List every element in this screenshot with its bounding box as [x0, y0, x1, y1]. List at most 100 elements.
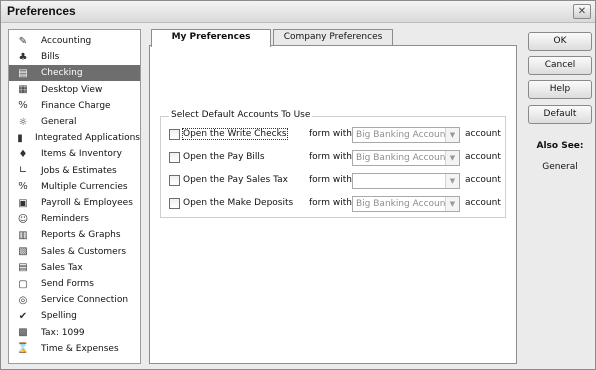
default-button[interactable]: Default [528, 105, 592, 124]
reports-graphs-icon: ▥ [18, 229, 28, 241]
sidebar-item-bills[interactable]: ♣ Bills [9, 49, 140, 65]
sidebar-item-label: Sales & Customers [41, 246, 127, 257]
sidebar-item-time-expenses[interactable]: ⌛ Time & Expenses [9, 341, 140, 357]
sidebar-item-jobs-estimates[interactable]: ∟ Jobs & Estimates [9, 163, 140, 179]
sidebar-item-label: Multiple Currencies [41, 181, 128, 192]
sidebar-item-label: Send Forms [41, 279, 94, 289]
form-with-label: form with [309, 129, 352, 139]
account-dropdown[interactable]: Big Banking Account ▼ [352, 150, 460, 166]
sidebar-item-items-inventory[interactable]: ♦ Items & Inventory [9, 146, 140, 162]
sidebar-item-sales-tax[interactable]: ▤ Sales Tax [9, 260, 140, 276]
tab-company-preferences[interactable]: Company Preferences [273, 29, 393, 46]
sidebar-item-sales-customers[interactable]: ▧ Sales & Customers [9, 244, 140, 260]
also-see-general-link[interactable]: General [528, 162, 592, 172]
sidebar-item-payroll-employees[interactable]: ▣ Payroll & Employees [9, 195, 140, 211]
tax-1099-icon: ▩ [18, 327, 28, 339]
sidebar-item-desktop-view[interactable]: ▦ Desktop View [9, 82, 140, 98]
tab-my-preferences[interactable]: My Preferences [151, 29, 271, 47]
chevron-down-icon[interactable]: ▼ [445, 197, 459, 211]
preferences-window: Preferences ✕ ✎ Accounting ♣ Bills ▤ Checking… [0, 0, 596, 370]
open-form-checkbox[interactable] [169, 198, 180, 209]
preferences-category-list: ✎ Accounting ♣ Bills ▤ Checking ▦ Desktop View%… [8, 29, 141, 364]
sidebar-item-tax-1099[interactable]: ▩ Tax: 1099 [9, 325, 140, 341]
sidebar-item-label: Bills [41, 52, 60, 63]
account-dropdown-value: Big Banking Account [356, 153, 449, 163]
sidebar-item-integrated-applications[interactable]: ▮ Integrated Applications [9, 130, 140, 146]
chevron-down-icon[interactable]: ▼ [445, 128, 459, 142]
sidebar-item-service-connection[interactable]: ◎ Service Connection [9, 292, 140, 308]
tab-label: Company Preferences [283, 32, 383, 42]
account-dropdown-value: Big Banking Account [356, 130, 449, 140]
sidebar-item-label: Accounting [41, 36, 92, 46]
open-form-label[interactable]: Open the Write Checks [182, 128, 288, 140]
close-icon[interactable]: ✕ [573, 4, 591, 19]
account-label: account [465, 175, 501, 185]
sidebar-item-label: Items & Inventory [41, 149, 122, 160]
default-account-row: Open the Pay Bills form with Big Banking A… [161, 149, 507, 167]
tab-label: My Preferences [171, 32, 251, 42]
account-dropdown-value: Big Banking Account [356, 199, 449, 209]
sidebar-item-general[interactable]: ☼ General [9, 114, 140, 130]
default-account-row: Open the Make Deposits form with Big Banki… [161, 195, 507, 213]
sidebar-item-multiple-currencies[interactable]: % Multiple Currencies [9, 179, 140, 195]
sales-customers-icon: ▧ [18, 246, 28, 258]
sidebar-item-label: Jobs & Estimates [41, 165, 117, 176]
default-account-row: Open the Pay Sales Tax form with ▼ account [161, 172, 507, 190]
service-connection-icon: ◎ [18, 294, 28, 306]
open-form-checkbox[interactable] [169, 129, 180, 140]
default-account-row: Open the Write Checks form with Big Bankin… [161, 126, 507, 144]
finance-charge-icon: % [18, 100, 28, 112]
account-dropdown[interactable]: ▼ [352, 173, 460, 189]
spelling-icon: ✔ [18, 310, 28, 322]
cancel-button[interactable]: Cancel [528, 56, 592, 75]
account-label: account [465, 152, 501, 162]
chevron-down-icon[interactable]: ▼ [445, 174, 459, 188]
sidebar-item-label: Desktop View [41, 84, 103, 95]
open-form-label[interactable]: Open the Pay Sales Tax [183, 175, 288, 185]
group-title: Select Default Accounts To Use [169, 110, 313, 120]
account-label: account [465, 129, 501, 139]
sidebar-item-label: Integrated Applications [35, 133, 140, 144]
open-form-checkbox[interactable] [169, 175, 180, 186]
sidebar-item-label: Finance Charge [41, 100, 111, 111]
sales-tax-icon: ▤ [18, 262, 28, 274]
open-form-checkbox[interactable] [169, 152, 180, 163]
sidebar-item-label: Payroll & Employees [41, 198, 133, 208]
open-form-label[interactable]: Open the Make Deposits [183, 198, 293, 208]
sidebar-item-reminders[interactable]: ☺ Reminders [9, 211, 140, 227]
bills-icon: ♣ [18, 51, 28, 63]
window-title: Preferences [7, 4, 76, 18]
accounting-icon: ✎ [18, 35, 28, 47]
account-dropdown[interactable]: Big Banking Account ▼ [352, 196, 460, 212]
desktop-view-icon: ▦ [18, 84, 28, 96]
account-dropdown[interactable]: Big Banking Account ▼ [352, 127, 460, 143]
reminders-icon: ☺ [17, 213, 29, 225]
sidebar-item-label: Sales Tax [41, 262, 83, 273]
checking-icon: ▤ [18, 67, 28, 79]
also-see-heading: Also See: [536, 141, 584, 151]
title-bar: Preferences ✕ [1, 1, 595, 23]
sidebar-item-reports-graphs[interactable]: ▥ Reports & Graphs [9, 227, 140, 243]
sidebar-item-accounting[interactable]: ✎ Accounting [9, 33, 140, 49]
sidebar-item-checking[interactable]: ▤ Checking [9, 65, 140, 82]
general-icon: ☼ [18, 116, 28, 128]
sidebar-item-spelling[interactable]: ✔ Spelling [9, 308, 140, 324]
sidebar-item-send-forms[interactable]: ▢ Send Forms [9, 276, 140, 292]
default-accounts-group: Select Default Accounts To Use Open the … [160, 110, 507, 218]
send-forms-icon: ▢ [18, 278, 28, 290]
items-inventory-icon: ♦ [18, 148, 28, 160]
preferences-panel: Select Default Accounts To Use Open the … [149, 45, 517, 364]
help-button[interactable]: Help [528, 80, 592, 99]
sidebar-item-label: Spelling [41, 311, 77, 322]
sidebar-item-label: Tax: 1099 [41, 327, 85, 338]
payroll-employees-icon: ▣ [18, 197, 28, 209]
ok-button[interactable]: OK [528, 32, 592, 51]
sidebar-item-finance-charge[interactable]: % Finance Charge [9, 98, 140, 114]
form-with-label: form with [309, 198, 352, 208]
open-form-label[interactable]: Open the Pay Bills [183, 152, 265, 162]
sidebar-item-label: Reminders [41, 214, 89, 225]
sidebar-item-label: Reports & Graphs [41, 230, 121, 241]
sidebar-item-label: General [41, 117, 77, 127]
sidebar-item-label: Service Connection [41, 295, 129, 306]
chevron-down-icon[interactable]: ▼ [445, 151, 459, 165]
